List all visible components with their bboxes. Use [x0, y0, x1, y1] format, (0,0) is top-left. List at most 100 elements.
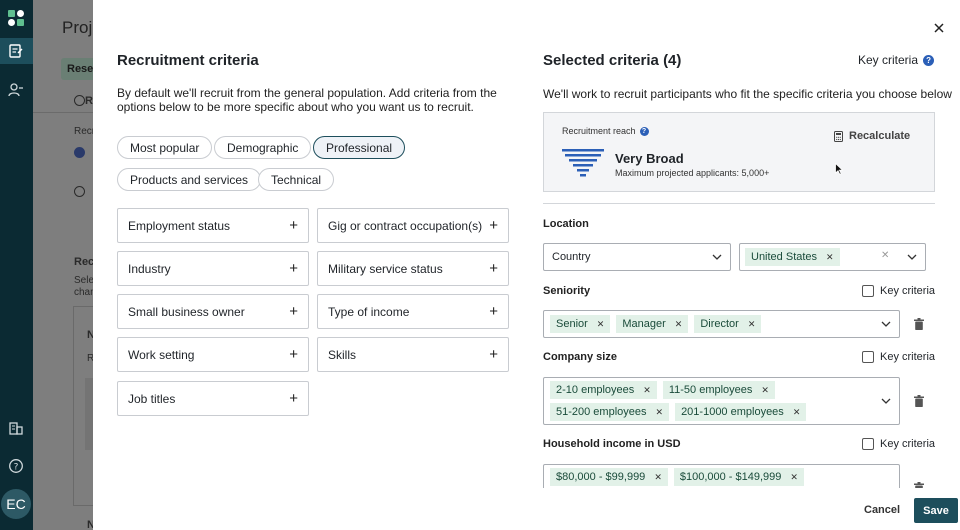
help-icon[interactable]: ? — [639, 126, 649, 136]
recruitment-reach-card: Recruitment reach ? Very Broad Maximum p… — [543, 112, 935, 192]
recruitment-criteria-description: By default we'll recruit from the genera… — [117, 86, 497, 114]
key-criteria-help-link[interactable]: Key criteria ? — [858, 53, 935, 67]
company-size-tag-row: 51-200 employees ✕ 201-1000 employees ✕ — [550, 403, 807, 421]
criterion-industry[interactable]: Industry + — [117, 251, 309, 286]
help-icon[interactable]: ? — [6, 456, 26, 476]
remove-tag-icon[interactable]: ✕ — [790, 472, 798, 483]
country-select[interactable]: United States ✕ ✕ — [739, 243, 926, 271]
key-criteria-label: Key criteria — [880, 438, 936, 450]
seniority-label: Seniority — [543, 285, 591, 297]
recruitment-reach-label-row: Recruitment reach ? — [562, 126, 649, 136]
filter-label: Most popular — [130, 140, 200, 155]
criterion-skills[interactable]: Skills + — [317, 337, 509, 372]
calculator-icon — [834, 130, 843, 142]
trash-icon[interactable] — [914, 318, 924, 330]
recruitment-criteria-panel: Recruitment criteria By default we'll re… — [93, 0, 960, 530]
cancel-button[interactable]: Cancel — [864, 504, 900, 516]
tag-label: Manager — [622, 318, 666, 330]
chevron-down-icon — [881, 321, 891, 327]
participants-icon[interactable] — [6, 80, 26, 100]
remove-tag-icon[interactable]: ✕ — [656, 407, 664, 418]
plus-icon: + — [289, 217, 298, 234]
filter-demographic[interactable]: Demographic — [214, 136, 312, 159]
filter-products-and-services[interactable]: Products and services — [117, 168, 262, 191]
remove-tag-icon[interactable]: ✕ — [675, 319, 683, 330]
seniority-key-criteria-checkbox[interactable] — [862, 285, 874, 297]
tag-11-50-employees: 11-50 employees ✕ — [662, 381, 775, 399]
organization-icon[interactable] — [6, 418, 26, 438]
filter-most-popular[interactable]: Most popular — [117, 136, 213, 159]
criterion-work-setting[interactable]: Work setting + — [117, 337, 309, 372]
close-button[interactable] — [929, 18, 949, 38]
tag-2-10-employees: 2-10 employees ✕ — [550, 381, 657, 399]
company-size-label: Company size — [543, 351, 617, 363]
key-criteria-label: Key criteria — [880, 285, 936, 297]
filter-label: Demographic — [227, 140, 299, 155]
plus-icon: + — [489, 303, 498, 320]
tag-label: Director — [700, 318, 739, 330]
filter-technical[interactable]: Technical — [258, 168, 335, 191]
svg-text:?: ? — [14, 463, 19, 473]
key-criteria-label: Key criteria — [880, 351, 936, 363]
remove-tag-icon[interactable]: ✕ — [748, 319, 756, 330]
background-radio — [74, 186, 85, 197]
avatar-initials: EC — [6, 496, 26, 512]
criterion-label: Type of income — [328, 304, 410, 319]
criterion-employment-status[interactable]: Employment status + — [117, 208, 309, 243]
criterion-type-of-income[interactable]: Type of income + — [317, 294, 509, 329]
filter-label: Professional — [326, 140, 393, 155]
projects-icon[interactable] — [6, 41, 26, 61]
remove-tag-icon[interactable]: ✕ — [597, 319, 605, 330]
trash-icon[interactable] — [914, 395, 924, 407]
criterion-job-titles[interactable]: Job titles + — [117, 381, 309, 416]
plus-icon: + — [489, 346, 498, 363]
company-size-select[interactable]: 2-10 employees ✕ 11-50 employees ✕ 51-200 … — [543, 377, 900, 425]
remove-tag-icon[interactable]: ✕ — [761, 385, 769, 396]
household-income-key-criteria-checkbox[interactable] — [862, 438, 874, 450]
save-button[interactable]: Save — [914, 498, 958, 523]
criterion-small-business-owner[interactable]: Small business owner + — [117, 294, 309, 329]
seniority-select[interactable]: Senior ✕ Manager ✕ Director ✕ — [543, 310, 900, 338]
background-radio — [74, 147, 85, 158]
tag-label: Senior — [556, 318, 588, 330]
plus-icon: + — [289, 390, 298, 407]
tag-united-states: United States ✕ — [745, 248, 840, 266]
company-size-key-criteria-checkbox[interactable] — [862, 351, 874, 363]
filter-professional[interactable]: Professional — [313, 136, 406, 159]
tag-label: 11-50 employees — [668, 384, 753, 396]
tag-201-1000-employees: 201-1000 employees ✕ — [675, 403, 807, 421]
company-size-key-criteria: Key criteria — [862, 351, 935, 363]
close-icon — [934, 23, 944, 33]
tag-100000-149999: $100,000 - $149,999 ✕ — [673, 468, 804, 486]
criterion-gig-or-contract-occupations[interactable]: Gig or contract occupation(s) + — [317, 208, 509, 243]
tag-label: $80,000 - $99,999 — [556, 471, 646, 483]
location-type-select[interactable]: Country — [543, 243, 731, 271]
criterion-military-service-status[interactable]: Military service status + — [317, 251, 509, 286]
trash-icon[interactable] — [914, 482, 924, 488]
key-criteria-link-label: Key criteria — [858, 53, 919, 67]
background-text: Recr — [74, 126, 96, 137]
tag-label: 51-200 employees — [556, 406, 647, 418]
plus-icon: + — [289, 346, 298, 363]
tag-label: 201-1000 employees — [681, 406, 784, 418]
recruitment-criteria-title: Recruitment criteria — [117, 52, 259, 69]
household-income-select[interactable]: $80,000 - $99,999 ✕ $100,000 - $149,999 ✕ — [543, 464, 900, 488]
chevron-down-icon — [907, 254, 917, 260]
tag-director: Director ✕ — [694, 315, 762, 333]
remove-tag-icon[interactable]: ✕ — [793, 407, 801, 418]
user-avatar[interactable]: EC — [1, 489, 31, 519]
criterion-label: Employment status — [128, 218, 231, 233]
chevron-down-icon — [881, 398, 891, 404]
criterion-label: Gig or contract occupation(s) — [328, 218, 483, 233]
criterion-label: Job titles — [128, 391, 176, 406]
remove-tag-icon[interactable]: ✕ — [654, 472, 662, 483]
remove-tag-icon[interactable]: ✕ — [643, 385, 651, 396]
funnel-icon — [562, 149, 604, 177]
criterion-label: Work setting — [128, 347, 195, 362]
logo-icon[interactable] — [6, 8, 26, 28]
clear-icon[interactable]: ✕ — [881, 250, 889, 261]
plus-icon: + — [289, 303, 298, 320]
recalculate-button[interactable]: Recalculate — [834, 130, 910, 142]
remove-tag-icon[interactable]: ✕ — [826, 252, 834, 263]
tag-51-200-employees: 51-200 employees ✕ — [550, 403, 670, 421]
